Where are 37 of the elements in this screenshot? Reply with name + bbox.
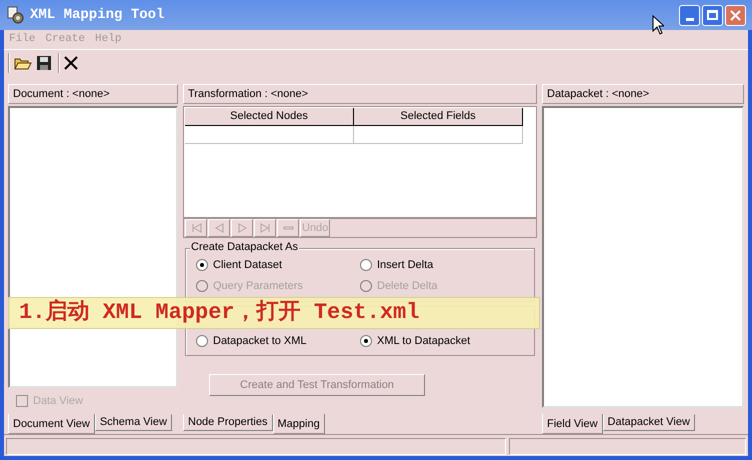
radio-button[interactable] [196, 259, 208, 272]
radio-label: Datapacket to XML [213, 334, 307, 348]
close-button[interactable] [725, 4, 746, 26]
save-icon[interactable] [36, 55, 52, 71]
first-arrow-icon [190, 222, 202, 234]
close-icon[interactable] [64, 56, 78, 70]
window-title: XML Mapping Tool [30, 6, 164, 24]
last-arrow-icon [258, 222, 272, 234]
tab[interactable]: Schema View [94, 414, 172, 431]
radio-label: XML to Datapacket [377, 334, 470, 348]
radio-label: Insert Delta [377, 258, 434, 273]
tab[interactable]: Node Properties [183, 414, 272, 431]
tab[interactable]: Field View [542, 414, 603, 434]
panel-header: Document : <none> [8, 84, 178, 104]
column-header: Selected Nodes [185, 108, 354, 126]
maximize-button[interactable] [702, 4, 723, 26]
radio-label: Query Parameters [213, 278, 303, 294]
group-title: Create Datapacket As [190, 241, 300, 254]
radio-button[interactable] [360, 334, 372, 347]
mouse-pointer-icon [652, 15, 664, 35]
checkbox-label: Data View [33, 394, 83, 409]
radio-label: Client Dataset [213, 258, 282, 273]
close-icon [730, 10, 741, 20]
column-header: Selected Fields [354, 108, 523, 126]
app-icon [6, 6, 24, 24]
tab[interactable]: Mapping [272, 414, 325, 434]
tab[interactable]: Document View [8, 414, 95, 434]
radio-label: Delete Delta [377, 278, 438, 294]
minimize-button[interactable] [679, 4, 700, 26]
tab[interactable]: Datapacket View [602, 414, 695, 431]
annotation-banner: 1.启动 XML Mapper，打开 Test.xml [8, 297, 540, 329]
radio-button[interactable] [196, 334, 208, 347]
panel-header: Datapacket : <none> [542, 84, 744, 104]
next-arrow-icon [236, 222, 248, 234]
panel-header: Transformation : <none> [183, 84, 537, 104]
prev-arrow-icon [212, 222, 226, 234]
radio-button[interactable] [360, 259, 372, 272]
